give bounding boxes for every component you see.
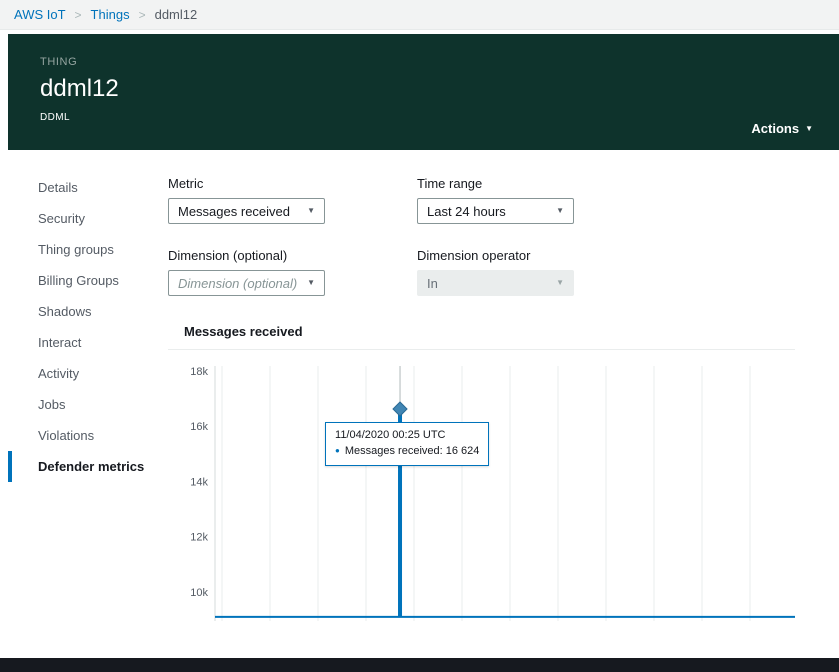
dimension-label: Dimension (optional) xyxy=(168,248,288,263)
line-chart-svg: 18k 16k 14k 12k 10k xyxy=(190,366,795,621)
dimension-select[interactable]: Dimension (optional) ▼ xyxy=(168,270,325,296)
chart-tooltip: 11/04/2020 00:25 UTC ● Messages received:… xyxy=(325,422,490,466)
breadcrumb-aws-iot[interactable]: AWS IoT xyxy=(14,7,66,22)
thing-type-label: THING xyxy=(40,56,78,68)
chevron-down-icon: ▼ xyxy=(307,206,315,215)
dimension-operator-select: In ▼ xyxy=(417,270,574,296)
aws-iot-thing-page: AWS IoT > Things > ddml12 THING ddml12 D… xyxy=(0,0,839,672)
time-range-label: Time range xyxy=(417,176,483,191)
messages-received-chart[interactable]: 18k 16k 14k 12k 10k 11/04/2020 00:25 UTC ● Me… xyxy=(168,366,795,628)
dimension-select-placeholder: Dimension (optional) xyxy=(178,275,298,291)
sidebar-item-billing-groups[interactable]: Billing Groups xyxy=(8,265,168,296)
time-range-select[interactable]: Last 24 hours ▼ xyxy=(417,198,574,224)
chart-title: Messages received xyxy=(168,324,795,350)
sidebar-item-violations[interactable]: Violations xyxy=(8,420,168,451)
actions-button-label: Actions xyxy=(751,121,800,136)
svg-text:16k: 16k xyxy=(190,421,208,433)
sidebar-item-jobs[interactable]: Jobs xyxy=(8,389,168,420)
metric-select[interactable]: Messages received ▼ xyxy=(168,198,325,224)
tooltip-time: 11/04/2020 00:25 UTC xyxy=(335,429,446,441)
content-area: Metric Messages received ▼ Time range La… xyxy=(168,150,839,628)
chevron-down-icon: ▼ xyxy=(556,206,564,215)
sidebar-item-thing-groups[interactable]: Thing groups xyxy=(8,234,168,265)
breadcrumb-current: ddml12 xyxy=(154,7,198,22)
main-layout: Details Security Thing groups Billing Gr… xyxy=(8,150,839,628)
thing-header: THING ddml12 DDML Actions ▼ xyxy=(8,34,839,150)
breadcrumb-separator-icon: > xyxy=(74,7,82,22)
breadcrumb-things[interactable]: Things xyxy=(91,7,130,22)
sidebar: Details Security Thing groups Billing Gr… xyxy=(8,150,168,628)
sidebar-item-details[interactable]: Details xyxy=(8,172,168,203)
metric-label: Metric xyxy=(168,176,204,191)
sidebar-item-defender-metrics[interactable]: Defender metrics xyxy=(8,451,168,482)
series-bullet-icon: ● xyxy=(335,446,340,455)
sidebar-item-security[interactable]: Security xyxy=(8,203,168,234)
svg-text:10k: 10k xyxy=(190,587,208,599)
actions-button[interactable]: Actions ▼ xyxy=(751,121,813,136)
metric-filters: Metric Messages received ▼ Time range La… xyxy=(168,176,839,296)
metric-select-value: Messages received xyxy=(178,203,290,219)
dimension-operator-label: Dimension operator xyxy=(417,248,531,263)
breadcrumb: AWS IoT > Things > ddml12 xyxy=(0,0,839,30)
sidebar-item-shadows[interactable]: Shadows xyxy=(8,296,168,327)
svg-text:18k: 18k xyxy=(190,366,208,378)
time-range-select-value: Last 24 hours xyxy=(427,203,506,219)
chart-panel: Messages received 18k 16k 14k 12k 10k 11/04/… xyxy=(168,324,795,628)
thing-subtitle: DDML xyxy=(40,112,70,123)
footer-bar xyxy=(0,658,839,672)
page-title: ddml12 xyxy=(40,75,119,102)
tooltip-value: Messages received: 16 624 xyxy=(344,445,480,457)
chevron-down-icon: ▼ xyxy=(805,123,813,133)
chevron-down-icon: ▼ xyxy=(307,278,315,287)
svg-text:14k: 14k xyxy=(190,476,208,488)
sidebar-item-activity[interactable]: Activity xyxy=(8,358,168,389)
svg-text:12k: 12k xyxy=(190,532,208,544)
chevron-down-icon: ▼ xyxy=(556,278,564,287)
dimension-operator-value: In xyxy=(427,275,438,291)
sidebar-item-interact[interactable]: Interact xyxy=(8,327,168,358)
breadcrumb-separator-icon: > xyxy=(138,7,146,22)
